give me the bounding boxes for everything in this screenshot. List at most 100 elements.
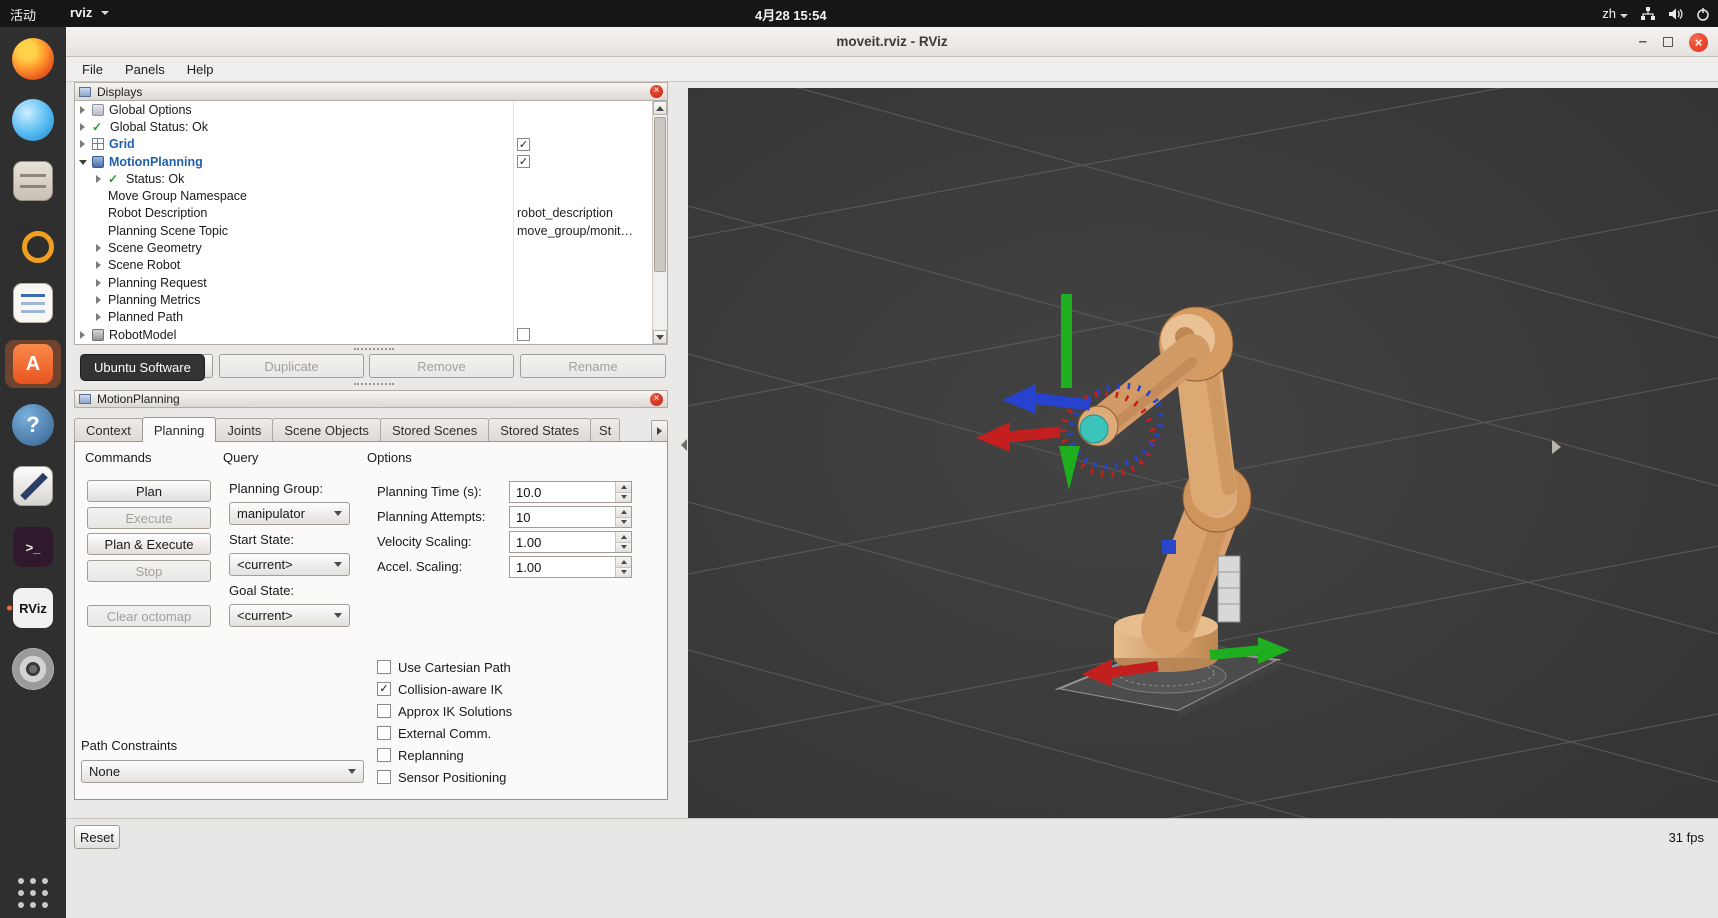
dock-item-files[interactable] (5, 157, 61, 205)
rename-button[interactable]: Rename (520, 354, 666, 378)
minimize-button[interactable]: – (1639, 37, 1647, 47)
tree-row-grid[interactable]: Grid ✓ (75, 136, 652, 153)
spin-down-button[interactable] (616, 517, 631, 528)
goal-state-dropdown[interactable]: <current> (229, 604, 350, 627)
close-button[interactable]: × (1689, 33, 1708, 52)
panel-close-icon[interactable]: × (650, 393, 663, 406)
dock-item-terminal[interactable]: >_ (5, 523, 61, 571)
use-cartesian-path-row[interactable]: Use Cartesian Path (377, 659, 511, 675)
splitter-handle[interactable] (354, 348, 394, 350)
tree-row-robotmodel[interactable]: RobotModel (75, 326, 652, 343)
titlebar[interactable]: moveit.rviz - RViz – × (66, 27, 1718, 57)
motionplanning-enabled-checkbox[interactable]: ✓ (517, 155, 530, 168)
start-state-dropdown[interactable]: <current> (229, 553, 350, 576)
velocity-scaling-input[interactable] (510, 532, 615, 552)
planning-time-input[interactable] (510, 482, 615, 502)
dock-item-help[interactable]: ? (5, 401, 61, 449)
expander-icon[interactable] (95, 295, 104, 305)
tree-row-global-status[interactable]: ✓ Global Status: Ok (75, 118, 652, 135)
dock-item-rviz[interactable]: RViz (5, 584, 61, 632)
dock-item-dvd[interactable] (5, 645, 61, 693)
stop-button[interactable]: Stop (87, 560, 211, 582)
motionplanning-panel-header[interactable]: MotionPlanning × (74, 390, 668, 408)
dock-item-text-editor[interactable] (5, 462, 61, 510)
expander-icon[interactable] (95, 312, 104, 322)
tree-row-planning-metrics[interactable]: Planning Metrics (75, 291, 652, 308)
tab-joints[interactable]: Joints (215, 418, 273, 442)
activities-button[interactable]: 活动 (10, 5, 36, 24)
collision-aware-ik-row[interactable]: ✓ Collision-aware IK (377, 681, 503, 697)
sensor-positioning-row[interactable]: Sensor Positioning (377, 769, 506, 785)
expander-icon[interactable] (79, 105, 88, 115)
scrollbar-thumb[interactable] (654, 117, 666, 272)
expander-icon[interactable] (95, 243, 104, 253)
splitter-handle[interactable] (354, 383, 394, 385)
tree-row-planned-path[interactable]: Planned Path (75, 309, 652, 326)
dock-item-firefox[interactable] (5, 35, 61, 83)
robotmodel-enabled-checkbox[interactable] (517, 328, 530, 341)
power-icon[interactable] (1696, 7, 1710, 21)
expander-icon[interactable] (79, 139, 88, 149)
language-indicator[interactable]: zh (1602, 6, 1628, 21)
maximize-button[interactable] (1663, 37, 1673, 47)
tree-row-planning-scene-topic[interactable]: Planning Scene Topic move_group/monit… (75, 222, 652, 239)
displays-scrollbar[interactable] (652, 101, 667, 344)
dock-item-libreoffice-writer[interactable] (5, 279, 61, 327)
dock-item-app-grid[interactable] (5, 860, 61, 908)
sensor-positioning-checkbox[interactable] (377, 770, 391, 784)
plan-button[interactable]: Plan (87, 480, 211, 502)
dock-item-ubuntu-software[interactable]: A (5, 340, 61, 388)
tree-row-planning-request[interactable]: Planning Request (75, 274, 652, 291)
tree-row-scene-geometry[interactable]: Scene Geometry (75, 239, 652, 256)
property-value[interactable]: robot_description (517, 206, 613, 220)
tab-context[interactable]: Context (74, 418, 143, 442)
grid-enabled-checkbox[interactable]: ✓ (517, 138, 530, 151)
clock[interactable]: 4月28 15:54 (755, 5, 827, 24)
tree-row-scene-robot[interactable]: Scene Robot (75, 257, 652, 274)
panel-collapse-handle[interactable] (681, 439, 687, 451)
planning-group-dropdown[interactable]: manipulator (229, 502, 350, 525)
displays-panel-header[interactable]: Displays × (75, 83, 667, 101)
scroll-down-button[interactable] (653, 330, 667, 344)
expander-icon[interactable] (95, 174, 104, 184)
clear-octomap-button[interactable]: Clear octomap (87, 605, 211, 627)
menu-help[interactable]: Help (176, 59, 225, 80)
expander-icon[interactable] (79, 330, 88, 340)
spin-down-button[interactable] (616, 492, 631, 503)
network-tree-icon[interactable] (1640, 7, 1656, 21)
scroll-up-button[interactable] (653, 101, 667, 115)
dock-item-messenger[interactable] (5, 96, 61, 144)
plan-and-execute-button[interactable]: Plan & Execute (87, 533, 211, 555)
tab-planning[interactable]: Planning (142, 417, 217, 442)
expander-icon[interactable] (95, 260, 104, 270)
expander-icon[interactable] (79, 157, 88, 167)
tree-row-status-ok[interactable]: ✓ Status: Ok (75, 170, 652, 187)
volume-icon[interactable] (1668, 7, 1684, 21)
tab-status-clipped[interactable]: St (590, 418, 620, 442)
accel-scaling-input[interactable] (510, 557, 615, 577)
tab-stored-states[interactable]: Stored States (488, 418, 591, 442)
expander-icon[interactable] (79, 122, 88, 132)
tree-row-global-options[interactable]: Global Options (75, 101, 652, 118)
property-value[interactable]: move_group/monit… (517, 224, 633, 238)
approx-ik-solutions-row[interactable]: Approx IK Solutions (377, 703, 512, 719)
use-cartesian-path-checkbox[interactable] (377, 660, 391, 674)
tree-row-move-group-namespace[interactable]: Move Group Namespace (75, 187, 652, 204)
planning-attempts-input[interactable] (510, 507, 615, 527)
external-comm-checkbox[interactable] (377, 726, 391, 740)
spin-down-button[interactable] (616, 567, 631, 578)
3d-viewport[interactable] (688, 88, 1718, 818)
tree-row-motionplanning[interactable]: MotionPlanning ✓ (75, 153, 652, 170)
path-constraints-dropdown[interactable]: None (81, 760, 364, 783)
replanning-row[interactable]: Replanning (377, 747, 464, 763)
reset-button[interactable]: Reset (74, 825, 120, 849)
panel-close-icon[interactable]: × (650, 85, 663, 98)
spin-up-button[interactable] (616, 532, 631, 542)
app-menu[interactable]: rviz (70, 5, 109, 20)
approx-ik-solutions-checkbox[interactable] (377, 704, 391, 718)
replanning-checkbox[interactable] (377, 748, 391, 762)
duplicate-button[interactable]: Duplicate (219, 354, 364, 378)
menu-file[interactable]: File (71, 59, 114, 80)
collision-aware-ik-checkbox[interactable]: ✓ (377, 682, 391, 696)
spin-up-button[interactable] (616, 557, 631, 567)
